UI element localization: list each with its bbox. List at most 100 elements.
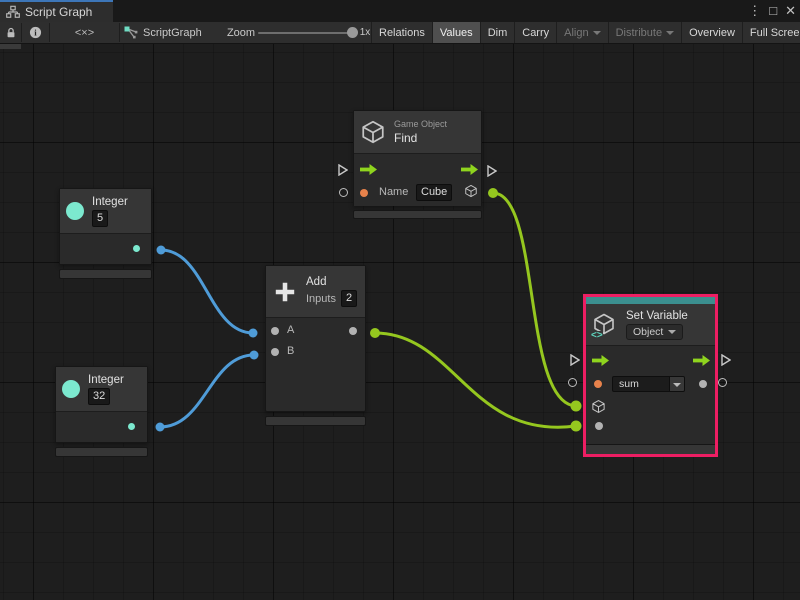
find-name-input-port[interactable] bbox=[360, 189, 368, 197]
toolbar: i <×> ScriptGraph Zoom 1x Relations Valu… bbox=[0, 22, 800, 44]
wire-end-dot bbox=[488, 188, 498, 198]
node-set-variable[interactable]: <> Set Variable Object bbox=[586, 297, 715, 454]
variable-output-outer-port[interactable] bbox=[718, 378, 727, 387]
flow-output-triangle[interactable] bbox=[487, 165, 497, 177]
tab-title: Script Graph bbox=[25, 5, 92, 19]
zoom-slider-track[interactable] bbox=[258, 32, 350, 34]
zoom-value: 1x bbox=[358, 22, 372, 43]
wire-find-to-setvariable-object[interactable] bbox=[493, 193, 576, 406]
wire-end-dot bbox=[571, 401, 582, 412]
wire-end-dot bbox=[370, 328, 380, 338]
node-gameobject-find[interactable]: Game Object Find Name Cube bbox=[353, 110, 482, 206]
add-input-a-port[interactable] bbox=[271, 327, 279, 335]
flow-input-triangle[interactable] bbox=[570, 354, 580, 366]
node-footer bbox=[55, 447, 148, 457]
inputs-label: Inputs bbox=[306, 293, 336, 305]
code-badge-icon: <> bbox=[591, 331, 603, 341]
integer-value-field[interactable]: 5 bbox=[92, 210, 108, 227]
canvas-corner-stub bbox=[0, 44, 21, 49]
add-output-port[interactable] bbox=[349, 327, 357, 335]
node-footer bbox=[265, 416, 366, 426]
node-title: Integer bbox=[92, 196, 128, 208]
distribute-button[interactable]: Distribute bbox=[608, 22, 681, 43]
integer-value-field[interactable]: 32 bbox=[88, 388, 110, 405]
node-add[interactable]: Add Inputs 2 A B bbox=[265, 265, 366, 412]
carry-button[interactable]: Carry bbox=[514, 22, 556, 43]
flow-output-arrow[interactable] bbox=[693, 355, 710, 366]
relations-button[interactable]: Relations bbox=[371, 22, 432, 43]
chevron-down-icon bbox=[673, 383, 681, 387]
window-menu-icon[interactable]: ⋮ bbox=[748, 0, 761, 22]
wire-end-dot bbox=[250, 351, 259, 360]
flow-input-triangle[interactable] bbox=[338, 164, 348, 176]
close-icon[interactable]: ✕ bbox=[785, 0, 796, 22]
chevron-down-icon bbox=[668, 330, 676, 334]
wire-end-dot bbox=[156, 423, 165, 432]
variable-name-input-port[interactable] bbox=[594, 380, 602, 388]
code-view-icon: <×> bbox=[75, 27, 94, 39]
scriptgraph-breadcrumb[interactable]: ScriptGraph bbox=[120, 22, 216, 43]
info-button[interactable]: i bbox=[22, 22, 49, 43]
value-input-port[interactable] bbox=[595, 422, 603, 430]
integer-literal-icon bbox=[62, 380, 80, 398]
node-category: Game Object bbox=[394, 119, 447, 129]
code-view-button[interactable]: <×> bbox=[50, 22, 119, 43]
wire-end-dot bbox=[571, 421, 582, 432]
align-button[interactable]: Align bbox=[556, 22, 607, 43]
node-title: Set Variable bbox=[626, 310, 688, 322]
chevron-down-icon bbox=[593, 31, 601, 35]
values-button[interactable]: Values bbox=[432, 22, 480, 43]
wire-integer5-to-add-a[interactable] bbox=[161, 250, 253, 333]
graph-hierarchy-icon bbox=[6, 5, 20, 19]
node-title: Integer bbox=[88, 374, 124, 386]
scriptgraph-icon bbox=[124, 26, 138, 39]
integer-output-port[interactable] bbox=[133, 245, 140, 252]
flow-input-arrow[interactable] bbox=[592, 355, 609, 366]
integer-output-port[interactable] bbox=[128, 423, 135, 430]
selection-highlight: <> Set Variable Object bbox=[583, 294, 718, 457]
tab-script-graph[interactable]: Script Graph bbox=[0, 0, 113, 22]
dim-button[interactable]: Dim bbox=[480, 22, 515, 43]
lock-button[interactable] bbox=[0, 22, 21, 43]
fullscreen-button[interactable]: Full Screen bbox=[742, 22, 800, 43]
wire-end-dot bbox=[157, 246, 166, 255]
port-a-label: A bbox=[287, 324, 294, 336]
toolbar-buttons: Relations Values Dim Carry Align Distrib… bbox=[371, 22, 800, 43]
variable-kind-strip bbox=[586, 297, 715, 304]
inputs-count-field[interactable]: 2 bbox=[341, 290, 357, 307]
chevron-down-icon bbox=[666, 31, 674, 35]
tab-bar: Script Graph ⋮ □ ✕ bbox=[0, 0, 800, 22]
variable-name-outer-port[interactable] bbox=[568, 378, 577, 387]
find-name-outer-port[interactable] bbox=[339, 188, 348, 197]
wire-end-dot bbox=[249, 329, 258, 338]
node-title: Add bbox=[306, 276, 357, 288]
gameobject-output-port-icon[interactable] bbox=[464, 184, 478, 198]
node-integer-2[interactable]: Integer 32 bbox=[55, 366, 148, 443]
flow-output-arrow[interactable] bbox=[461, 164, 478, 175]
node-footer bbox=[59, 269, 152, 279]
node-footer bbox=[353, 210, 482, 219]
object-target-port-icon[interactable] bbox=[591, 399, 606, 414]
flow-output-triangle[interactable] bbox=[721, 354, 731, 366]
overview-button[interactable]: Overview bbox=[681, 22, 742, 43]
name-label: Name bbox=[379, 186, 408, 198]
find-name-field[interactable]: Cube bbox=[416, 184, 452, 201]
variable-name-dropdown[interactable]: sum bbox=[612, 376, 685, 392]
game-object-cube-icon bbox=[360, 119, 386, 145]
variable-scope-dropdown[interactable]: Object bbox=[626, 324, 683, 340]
info-icon: i bbox=[29, 26, 42, 39]
add-input-b-port[interactable] bbox=[271, 348, 279, 356]
zoom-slider-handle[interactable] bbox=[347, 27, 358, 38]
wire-add-to-setvariable-value[interactable] bbox=[375, 333, 576, 427]
variable-output-port[interactable] bbox=[699, 380, 707, 388]
add-icon bbox=[272, 279, 298, 305]
zoom-label: Zoom bbox=[224, 22, 258, 43]
flow-input-arrow[interactable] bbox=[360, 164, 377, 175]
integer-literal-icon bbox=[66, 202, 84, 220]
node-integer-1[interactable]: Integer 5 bbox=[59, 188, 152, 265]
lock-icon bbox=[5, 27, 17, 39]
node-title: Find bbox=[394, 131, 447, 145]
wire-integer32-to-add-b[interactable] bbox=[160, 355, 254, 427]
maximize-icon[interactable]: □ bbox=[769, 0, 777, 22]
graph-canvas[interactable]: Integer 5 Integer 32 bbox=[0, 44, 800, 600]
